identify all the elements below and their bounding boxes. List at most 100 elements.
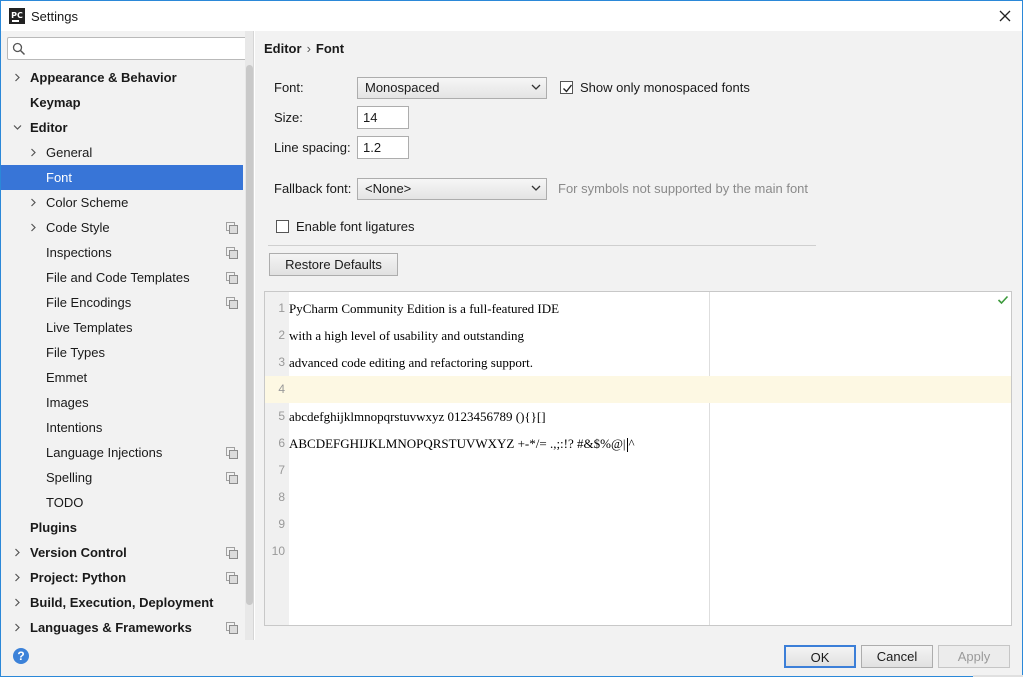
chevron-right-icon[interactable] bbox=[13, 73, 21, 82]
font-label: Font: bbox=[274, 80, 304, 95]
sidebar-item-font[interactable]: Font bbox=[1, 165, 243, 190]
scrollbar-thumb[interactable] bbox=[246, 65, 253, 605]
line-number: 3 bbox=[278, 355, 285, 369]
sidebar-item-todo[interactable]: TODO bbox=[1, 490, 243, 515]
sidebar-item-label: Code Style bbox=[46, 220, 110, 235]
cancel-button[interactable]: Cancel bbox=[861, 645, 933, 668]
sidebar-item-language-injections[interactable]: Language Injections bbox=[1, 440, 243, 465]
chevron-down-icon[interactable] bbox=[13, 123, 22, 132]
sidebar-item-version-control[interactable]: Version Control bbox=[1, 540, 243, 565]
sidebar-item-label: Color Scheme bbox=[46, 195, 129, 210]
chevron-right-icon[interactable] bbox=[13, 548, 21, 557]
sidebar-item-spelling[interactable]: Spelling bbox=[1, 465, 243, 490]
monospaced-only-checkbox[interactable] bbox=[560, 81, 573, 94]
sidebar-item-live-templates[interactable]: Live Templates bbox=[1, 315, 243, 340]
sidebar-item-general[interactable]: General bbox=[1, 140, 243, 165]
line-number: 6 bbox=[278, 436, 285, 450]
sidebar-item-label: Inspections bbox=[46, 245, 112, 260]
checkmark-icon bbox=[563, 84, 573, 93]
code-line: 2 with a high level of usability and outs… bbox=[265, 322, 1011, 349]
sidebar-item-label: Language Injections bbox=[46, 445, 163, 460]
project-scope-icon bbox=[226, 447, 238, 459]
section-divider bbox=[268, 245, 816, 246]
sidebar-item-label: Live Templates bbox=[46, 320, 133, 335]
chevron-right-icon[interactable] bbox=[13, 598, 21, 607]
project-scope-icon bbox=[226, 572, 238, 584]
sidebar-item-file-and-code-templates[interactable]: File and Code Templates bbox=[1, 265, 243, 290]
sidebar-item-plugins[interactable]: Plugins bbox=[1, 515, 243, 540]
restore-defaults-button[interactable]: Restore Defaults bbox=[269, 253, 398, 276]
fallback-font-label: Fallback font: bbox=[274, 181, 352, 196]
breadcrumb-current: Font bbox=[315, 41, 345, 56]
project-scope-icon bbox=[226, 297, 238, 309]
sidebar-item-inspections[interactable]: Inspections bbox=[1, 240, 243, 265]
line-spacing-label: Line spacing: bbox=[274, 140, 351, 155]
font-ligatures-checkbox[interactable] bbox=[276, 220, 289, 233]
sidebar-scrollbar[interactable] bbox=[245, 31, 253, 640]
sidebar-item-label: Project: Python bbox=[30, 570, 127, 585]
sidebar-item-color-scheme[interactable]: Color Scheme bbox=[1, 190, 243, 215]
font-size-field[interactable]: 14 bbox=[357, 106, 409, 129]
monospaced-only-label[interactable]: Show only monospaced fonts bbox=[580, 80, 750, 95]
ok-button[interactable]: OK bbox=[784, 645, 856, 668]
project-scope-icon bbox=[226, 472, 238, 484]
code-line: 10 bbox=[265, 538, 1011, 565]
title-bar: PC Settings bbox=[0, 0, 1023, 31]
sidebar-item-keymap[interactable]: Keymap bbox=[1, 90, 243, 115]
sidebar-item-code-style[interactable]: Code Style bbox=[1, 215, 243, 240]
search-icon bbox=[12, 42, 26, 56]
sidebar-item-project-python[interactable]: Project: Python bbox=[1, 565, 243, 590]
apply-button[interactable]: Apply bbox=[938, 645, 1010, 668]
line-text: advanced code editing and refactoring su… bbox=[289, 355, 534, 370]
chevron-right-icon[interactable] bbox=[29, 223, 37, 232]
sidebar-item-languages-frameworks[interactable]: Languages & Frameworks bbox=[1, 615, 243, 640]
sidebar-item-intentions[interactable]: Intentions bbox=[1, 415, 243, 440]
chevron-right-icon[interactable] bbox=[29, 148, 37, 157]
font-preview-editor[interactable]: 1 PyCharm Community Edition is a full-fea… bbox=[264, 291, 1012, 626]
chevron-down-icon bbox=[531, 185, 541, 191]
sidebar-item-build-execution-deployment[interactable]: Build, Execution, Deployment bbox=[1, 590, 243, 615]
project-scope-icon bbox=[226, 622, 238, 634]
line-text: PyCharm Community Edition is a full-feat… bbox=[289, 301, 560, 316]
sidebar-item-file-encodings[interactable]: File Encodings bbox=[1, 290, 243, 315]
sidebar-item-label: Version Control bbox=[30, 545, 127, 560]
breadcrumb-separator: › bbox=[306, 41, 311, 56]
chevron-right-icon[interactable] bbox=[29, 198, 37, 207]
search-input[interactable] bbox=[7, 37, 248, 60]
sidebar-item-editor[interactable]: Editor bbox=[1, 115, 243, 140]
breadcrumb-parent: Editor bbox=[264, 41, 302, 56]
sidebar-item-label: TODO bbox=[46, 495, 84, 510]
line-text: ABCDEFGHIJKLMNOPQRSTUVWXYZ +-*/= .,;:!? … bbox=[289, 436, 635, 453]
line-number: 9 bbox=[278, 517, 285, 531]
help-button[interactable]: ? bbox=[13, 648, 29, 664]
text-caret bbox=[626, 438, 628, 453]
sidebar-item-label: File and Code Templates bbox=[46, 270, 190, 285]
sidebar-item-label: Intentions bbox=[46, 420, 103, 435]
font-ligatures-label[interactable]: Enable font ligatures bbox=[296, 219, 415, 234]
line-number: 10 bbox=[271, 544, 285, 558]
close-window-button[interactable] bbox=[997, 8, 1013, 24]
pycharm-app-icon: PC bbox=[9, 8, 25, 24]
chevron-right-icon[interactable] bbox=[13, 573, 21, 582]
sidebar-item-label: Font bbox=[46, 170, 73, 185]
sidebar-item-label: Build, Execution, Deployment bbox=[30, 595, 214, 610]
line-spacing-field[interactable]: 1.2 bbox=[357, 136, 409, 159]
font-combobox[interactable]: Monospaced bbox=[357, 77, 547, 99]
sidebar-item-images[interactable]: Images bbox=[1, 390, 243, 415]
sidebar-item-label: Appearance & Behavior bbox=[30, 70, 177, 85]
fallback-font-combobox[interactable]: <None> bbox=[357, 178, 547, 200]
chevron-right-icon[interactable] bbox=[13, 623, 21, 632]
sidebar-item-label: File Encodings bbox=[46, 295, 132, 310]
sidebar-item-emmet[interactable]: Emmet bbox=[1, 365, 243, 390]
sidebar-item-file-types[interactable]: File Types bbox=[1, 340, 243, 365]
project-scope-icon bbox=[226, 547, 238, 559]
line-number: 5 bbox=[278, 409, 285, 423]
sidebar-item-appearance-behavior[interactable]: Appearance & Behavior bbox=[1, 65, 243, 90]
sidebar-item-label: Keymap bbox=[30, 95, 81, 110]
line-number: 8 bbox=[278, 490, 285, 504]
inspection-ok-icon bbox=[997, 295, 1009, 305]
line-number: 2 bbox=[278, 328, 285, 342]
code-line: 6 ABCDEFGHIJKLMNOPQRSTUVWXYZ +-*/= .,;:!?… bbox=[265, 430, 1011, 457]
code-line: 7 bbox=[265, 457, 1011, 484]
settings-tree: Appearance & Behavior Keymap Editor General… bbox=[1, 65, 243, 640]
